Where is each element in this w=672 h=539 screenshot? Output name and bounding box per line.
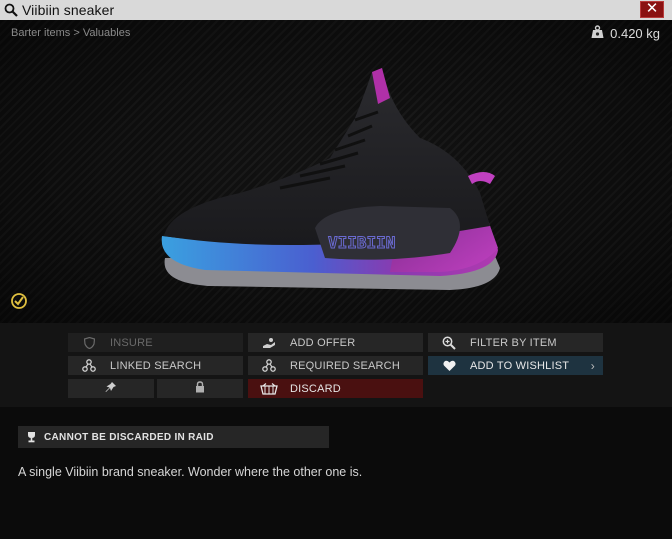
trophy-icon: [18, 431, 44, 443]
required-search-icon: [248, 359, 290, 372]
cannot-discard-badge: CANNOT BE DISCARDED IN RAID: [18, 426, 329, 448]
close-button[interactable]: ✕: [640, 1, 664, 18]
item-inspect-window: Viibiin sneaker ✕ Barter items > Valuabl…: [0, 0, 672, 539]
sneaker-image: VIIBIIN: [161, 68, 500, 290]
insure-button[interactable]: INSURE: [68, 333, 243, 352]
window-title: Viibiin sneaker: [22, 2, 115, 18]
discard-basket-icon: [248, 382, 290, 395]
shield-icon: [68, 336, 110, 349]
action-panel: INSURE ADD OFFER FILTER BY ITEM LINKED S…: [0, 323, 672, 407]
sneaker-brand-text: VIIBIIN: [328, 233, 395, 252]
weight-icon: [591, 25, 604, 42]
examined-check-icon: [10, 292, 28, 315]
title-bar[interactable]: Viibiin sneaker ✕: [0, 0, 672, 20]
search-icon: [0, 0, 22, 20]
hand-offer-icon: [248, 337, 290, 349]
pin-button[interactable]: [68, 379, 154, 398]
magnifier-plus-icon: [428, 336, 470, 350]
heart-icon: [428, 360, 470, 372]
pin-icon: [105, 381, 117, 396]
required-search-button[interactable]: REQUIRED SEARCH: [248, 356, 423, 375]
filter-by-item-button[interactable]: FILTER BY ITEM: [428, 333, 603, 352]
item-preview: Barter items > Valuables 0.420 kg VIIBII…: [0, 20, 672, 323]
add-offer-button[interactable]: ADD OFFER: [248, 333, 423, 352]
breadcrumb[interactable]: Barter items > Valuables: [11, 27, 130, 39]
lock-icon: [195, 381, 205, 396]
lock-button[interactable]: [157, 379, 243, 398]
linked-search-icon: [68, 359, 110, 372]
chevron-right-icon: ›: [590, 358, 595, 373]
linked-search-button[interactable]: LINKED SEARCH: [68, 356, 243, 375]
add-to-wishlist-button[interactable]: ADD TO WISHLIST ›: [428, 356, 603, 375]
discard-button[interactable]: DISCARD: [248, 379, 423, 398]
item-description: A single Viibiin brand sneaker. Wonder w…: [18, 465, 363, 479]
item-weight: 0.420 kg: [591, 25, 660, 42]
item-details: CANNOT BE DISCARDED IN RAID A single Vii…: [0, 407, 672, 539]
close-icon: ✕: [645, 0, 659, 17]
weight-value: 0.420 kg: [610, 26, 660, 41]
